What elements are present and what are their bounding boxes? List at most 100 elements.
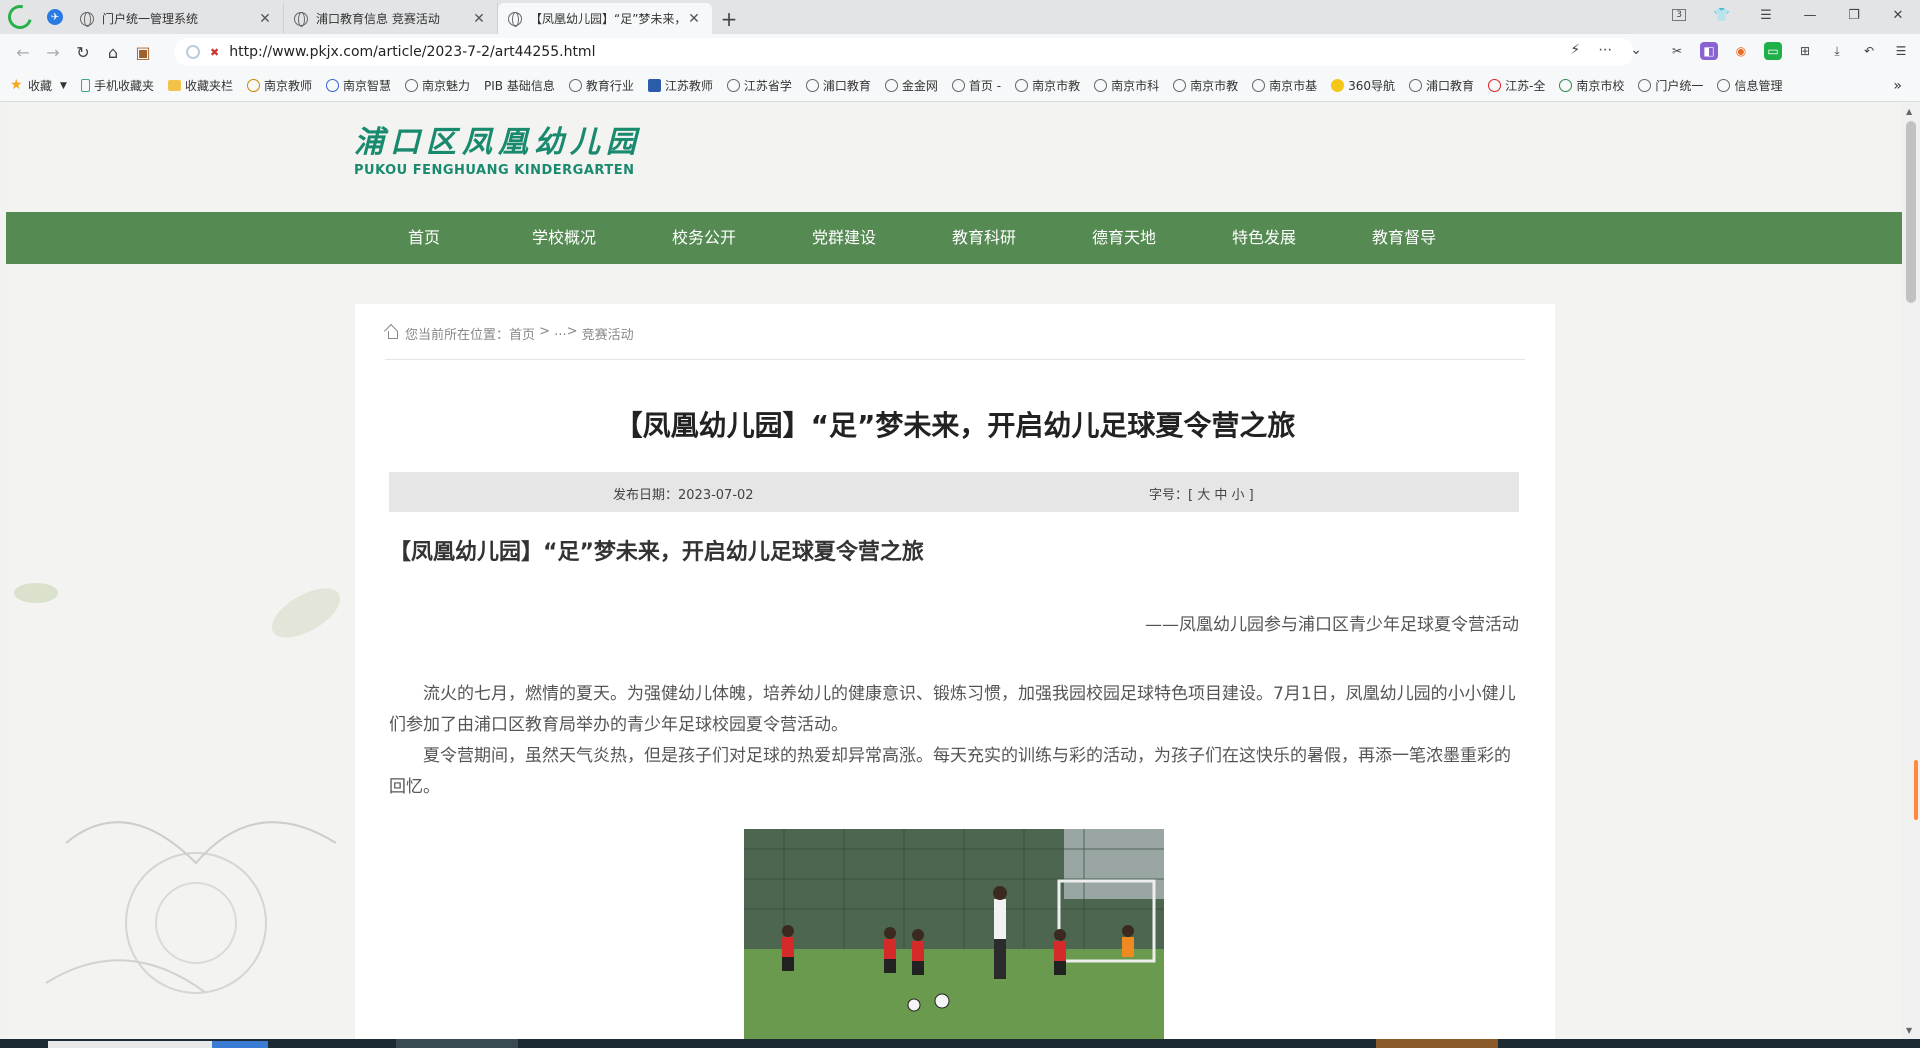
bookmark-item[interactable]: 江苏-全 [1488,77,1545,94]
breadcrumb: 您当前所在位置： 首页 > ... > 竞赛活动 [385,324,1525,360]
undo-icon[interactable]: ↶ [1860,42,1878,60]
bookmark-item[interactable]: 门户统一 [1638,77,1703,94]
wallet-icon[interactable]: ▣ [128,43,158,62]
extension-purple-icon[interactable]: ◧ [1700,42,1718,60]
close-tab-icon[interactable]: ✕ [257,11,273,27]
taskbar-item[interactable] [212,1041,268,1048]
menu-icon[interactable]: ☰ [1744,8,1788,23]
tab-title: 【凤凰幼儿园】“足”梦未来，开 [530,12,686,26]
taskbar-item[interactable] [396,1039,518,1048]
apps-grid-icon[interactable]: ⊞ [1796,42,1814,60]
caret-down-icon: ▼ [60,80,67,91]
nav-home[interactable]: 首页 [354,212,494,264]
globe-icon [726,79,740,92]
lightning-icon[interactable]: ⚡ [1570,42,1580,58]
close-tab-icon[interactable]: ✕ [686,11,702,27]
bookmark-item[interactable]: 360导航 [1331,77,1395,94]
font-size-switcher[interactable]: 字号：[ 大 中 小 ] [1149,484,1254,503]
vertical-scrollbar[interactable]: ▲ ▼ [1902,103,1920,1039]
bookmark-item[interactable]: 江苏教师 [647,77,713,94]
breadcrumb-home[interactable]: 首页 [509,324,535,343]
tab-portal[interactable]: 门户统一管理系统 ✕ [70,3,284,34]
bookmark-item[interactable]: 南京智慧 [325,77,391,94]
nav-school-affairs[interactable]: 校务公开 [634,212,774,264]
tab-article[interactable]: 【凤凰幼儿园】“足”梦未来，开 ✕ [498,3,712,34]
back-button[interactable]: ← [8,43,38,62]
globe-icon [1717,79,1731,92]
scissors-icon[interactable]: ✂ [1668,42,1686,60]
minimize-button[interactable]: — [1788,8,1832,23]
chevron-down-icon[interactable]: ⌄ [1630,42,1642,58]
bookmark-item[interactable]: 浦口教育 [805,77,871,94]
url-actions: ⚡ ⋯ ⌄ [1570,42,1642,58]
bookmark-item[interactable]: 南京魅力 [405,77,470,94]
nav-featured-development[interactable]: 特色发展 [1194,212,1334,264]
globe-icon [568,79,582,92]
article-paragraph: 流火的七月，燃情的夏天。为强健幼儿体魄，培养幼儿的健康意识、锻炼习惯，加强我园校… [389,684,1516,735]
tab-title: 门户统一管理系统 [102,12,199,26]
bookmark-item[interactable]: 南京市教 [1173,77,1238,94]
nav-moral-education[interactable]: 德育天地 [1054,212,1194,264]
bookmark-item[interactable]: 南京市教 [1015,77,1080,94]
bookmark-favorites[interactable]: ★ 收藏 ▼ [10,77,67,94]
breadcrumb-current[interactable]: 竞赛活动 [582,324,634,343]
globe-icon [1252,79,1266,92]
bookmarks-overflow-icon[interactable]: » [1893,78,1902,94]
browser-tab-bar: ✈ 门户统一管理系统 ✕ 浦口教育信息 竞赛活动 ✕ 【凤凰幼儿园】“足”梦未来… [0,0,1920,34]
scroll-down-icon[interactable]: ▼ [1906,1026,1912,1035]
tab-count-badge[interactable]: 3 [1672,9,1686,21]
tab-pukou-edu[interactable]: 浦口教育信息 竞赛活动 ✕ [284,3,498,34]
game-icon[interactable]: ◉ [1732,42,1750,60]
bookmark-item[interactable]: 浦口教育 [1409,77,1474,94]
settings-icon[interactable]: ☰ [1892,42,1910,60]
more-icon[interactable]: ⋯ [1598,42,1612,58]
taskbar-search[interactable] [48,1041,212,1048]
security-icon[interactable] [186,45,200,59]
bookmark-item[interactable]: 南京教师 [246,77,312,94]
nav-education-research[interactable]: 教育科研 [914,212,1054,264]
home-button[interactable]: ⌂ [98,43,128,62]
article-heading: 【凤凰幼儿园】“足”梦未来，开启幼儿足球夏令营之旅 [389,540,924,565]
site-icon [1488,79,1502,92]
globe-icon [1173,79,1187,92]
chat-icon[interactable]: ▭ [1764,42,1782,60]
reload-button[interactable]: ↻ [68,43,98,62]
site-logo[interactable]: 浦口区凤凰幼儿园 PUKOU FENGHUANG KINDERGARTEN [354,117,642,178]
bookmark-item[interactable]: 南京市基 [1252,77,1317,94]
bookmark-item[interactable]: 南京市科 [1094,77,1159,94]
nav-school-overview[interactable]: 学校概况 [494,212,634,264]
browser-logo-icon[interactable] [0,0,40,34]
new-tab-button[interactable]: + [712,3,746,34]
scrollbar-thumb[interactable] [1906,121,1916,303]
skin-icon[interactable]: 👕 [1700,8,1744,23]
bookmark-item[interactable]: 手机收藏夹 [80,77,154,94]
taskbar-item[interactable] [1376,1039,1498,1048]
scroll-up-icon[interactable]: ▲ [1906,107,1912,116]
download-icon[interactable]: ⤓ [1828,42,1846,60]
bookmark-item[interactable]: 首页 - [951,77,1001,94]
forward-button[interactable]: → [38,43,68,62]
bookmark-item[interactable]: 南京市校 [1559,77,1624,94]
tab-title: 浦口教育信息 竞赛活动 [316,12,440,26]
nav-education-supervision[interactable]: 教育督导 [1334,212,1474,264]
bookmark-item[interactable]: 教育行业 [568,77,634,94]
pinned-tab[interactable]: ✈ [40,0,70,34]
bookmark-item[interactable]: 金金网 [884,77,938,94]
bookmark-item[interactable]: PIB 基础信息 [484,77,555,94]
article-subtitle: ——凤凰幼儿园参与浦口区青少年足球夏令营活动 [1145,615,1519,635]
bookmark-item[interactable]: 信息管理 [1717,77,1782,94]
bookmark-item[interactable]: 收藏夹栏 [167,77,233,94]
side-widget-handle[interactable] [1914,760,1918,820]
url-field[interactable]: ✖ http://www.pkjx.com/article/2023-7-2/a… [174,38,1634,66]
bookmark-item[interactable]: 江苏省学 [726,77,792,94]
nav-party-building[interactable]: 党群建设 [774,212,914,264]
window-controls: 3 👕 ☰ — ❐ ✕ [1658,0,1920,30]
globe-icon [1094,79,1108,92]
restore-button[interactable]: ❐ [1832,8,1876,23]
insecure-icon[interactable]: ✖ [210,46,219,59]
article-paragraph: 夏令营期间，虽然天气炎热，但是孩子们对足球的热爱却异常高涨。每天充实的训练与彩的… [389,746,1511,797]
close-window-button[interactable]: ✕ [1876,8,1920,23]
breadcrumb-ellipsis[interactable]: ... [554,324,566,339]
close-tab-icon[interactable]: ✕ [471,11,487,27]
globe-icon [1015,79,1029,92]
